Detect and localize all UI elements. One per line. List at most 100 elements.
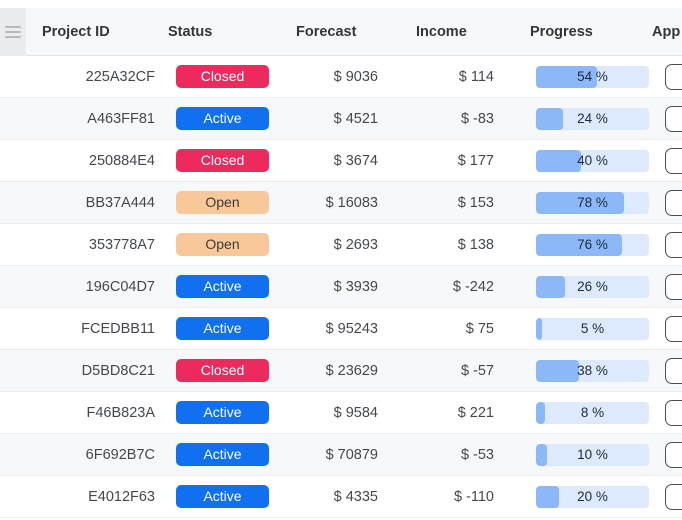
cell-income: $ -57 xyxy=(460,362,494,379)
cell-status: Active xyxy=(163,317,279,340)
cell-progress: 10 % xyxy=(513,443,649,466)
table-row[interactable]: 353778A7 Open $ 2693 $ 138 76 % xyxy=(0,224,682,266)
progress-bar[interactable]: 38 % xyxy=(536,359,649,382)
status-badge[interactable]: Active xyxy=(176,443,269,466)
progress-bar-label: 24 % xyxy=(577,110,608,126)
status-badge[interactable]: Open xyxy=(176,191,269,214)
cell-progress: 40 % xyxy=(513,149,649,172)
approve-button[interactable] xyxy=(665,63,682,90)
table-row[interactable]: E4012F63 Active $ 4335 $ -110 20 % xyxy=(0,476,682,518)
cell-income: $ 221 xyxy=(457,404,494,421)
cell-status: Closed xyxy=(163,149,279,172)
progress-bar[interactable]: 26 % xyxy=(536,275,649,298)
column-header-approve[interactable]: App xyxy=(635,24,682,40)
cell-status: Open xyxy=(163,233,279,256)
approve-button[interactable] xyxy=(665,147,682,174)
progress-bar[interactable]: 5 % xyxy=(536,317,649,340)
grid-menu-button[interactable] xyxy=(0,7,26,56)
status-badge[interactable]: Closed xyxy=(176,359,269,382)
approve-button[interactable] xyxy=(665,189,682,216)
table-row[interactable]: A463FF81 Active $ 4521 $ -83 24 % xyxy=(0,98,682,140)
row-gutter xyxy=(0,434,26,475)
cell-project-id: BB37A444 xyxy=(85,194,155,211)
cell-progress: 54 % xyxy=(513,65,649,88)
cell-forecast: $ 2693 xyxy=(333,236,378,253)
cell-status: Active xyxy=(163,275,279,298)
cell-project-id: 225A32CF xyxy=(85,68,155,85)
approve-button[interactable] xyxy=(665,231,682,258)
column-header-progress[interactable]: Progress xyxy=(513,24,635,40)
cell-progress: 8 % xyxy=(513,401,649,424)
cell-forecast: $ 16083 xyxy=(325,194,378,211)
row-gutter xyxy=(0,308,26,349)
cell-income: $ 177 xyxy=(457,152,494,169)
progress-bar[interactable]: 8 % xyxy=(536,401,649,424)
table-row[interactable]: 225A32CF Closed $ 9036 $ 114 54 % xyxy=(0,56,682,98)
progress-bar[interactable]: 10 % xyxy=(536,443,649,466)
cell-progress: 20 % xyxy=(513,485,649,508)
approve-button[interactable] xyxy=(665,315,682,342)
cell-project-id: A463FF81 xyxy=(87,110,155,127)
cell-status: Active xyxy=(163,443,279,466)
table-row[interactable]: D5BD8C21 Closed $ 23629 $ -57 38 % xyxy=(0,350,682,392)
approve-button[interactable] xyxy=(665,273,682,300)
progress-bar-label: 10 % xyxy=(577,446,608,462)
cell-forecast: $ 9036 xyxy=(333,68,378,85)
cell-income: $ 75 xyxy=(465,320,494,337)
status-badge[interactable]: Closed xyxy=(176,65,269,88)
column-header-forecast[interactable]: Forecast xyxy=(279,24,397,40)
progress-bar[interactable]: 54 % xyxy=(536,65,649,88)
status-badge[interactable]: Active xyxy=(176,401,269,424)
table-row[interactable]: 6F692B7C Active $ 70879 $ -53 10 % xyxy=(0,434,682,476)
cell-project-id: E4012F63 xyxy=(88,488,155,505)
column-header-income[interactable]: Income xyxy=(397,24,513,40)
table-row[interactable]: 196C04D7 Active $ 3939 $ -242 26 % xyxy=(0,266,682,308)
table-row[interactable]: F46B823A Active $ 9584 $ 221 8 % xyxy=(0,392,682,434)
cell-project-id: D5BD8C21 xyxy=(81,362,155,379)
progress-bar-label: 20 % xyxy=(577,488,608,504)
approve-button[interactable] xyxy=(665,105,682,132)
cell-income: $ 153 xyxy=(457,194,494,211)
cell-income: $ -242 xyxy=(452,278,494,295)
progress-bar-label: 78 % xyxy=(577,194,608,210)
progress-bar[interactable]: 24 % xyxy=(536,107,649,130)
progress-bar[interactable]: 20 % xyxy=(536,485,649,508)
cell-status: Closed xyxy=(163,359,279,382)
cell-progress: 38 % xyxy=(513,359,649,382)
status-badge[interactable]: Active xyxy=(176,107,269,130)
approve-button[interactable] xyxy=(665,399,682,426)
progress-bar[interactable]: 76 % xyxy=(536,233,649,256)
column-header-status[interactable]: Status xyxy=(163,24,279,40)
table-row[interactable]: BB37A444 Open $ 16083 $ 153 78 % xyxy=(0,182,682,224)
status-badge[interactable]: Open xyxy=(176,233,269,256)
cell-status: Active xyxy=(163,107,279,130)
table-row[interactable]: FCEDBB11 Active $ 95243 $ 75 5 % xyxy=(0,308,682,350)
row-gutter xyxy=(0,98,26,139)
progress-bar[interactable]: 40 % xyxy=(536,149,649,172)
cell-progress: 76 % xyxy=(513,233,649,256)
progress-bar[interactable]: 78 % xyxy=(536,191,649,214)
approve-button[interactable] xyxy=(665,357,682,384)
cell-forecast: $ 3674 xyxy=(333,152,378,169)
approve-button[interactable] xyxy=(665,441,682,468)
table-header-row: Project ID Status Forecast Income Progre… xyxy=(0,7,682,56)
cell-project-id: 353778A7 xyxy=(88,236,155,253)
status-badge[interactable]: Active xyxy=(176,317,269,340)
cell-progress: 26 % xyxy=(513,275,649,298)
table-body: 225A32CF Closed $ 9036 $ 114 54 % A463FF81 Act… xyxy=(0,56,682,518)
cell-status: Active xyxy=(163,401,279,424)
cell-status: Closed xyxy=(163,65,279,88)
status-badge[interactable]: Closed xyxy=(176,149,269,172)
progress-bar-label: 26 % xyxy=(577,278,608,294)
status-badge[interactable]: Active xyxy=(176,275,269,298)
table-row[interactable]: 250884E4 Closed $ 3674 $ 177 40 % xyxy=(0,140,682,182)
cell-forecast: $ 70879 xyxy=(325,446,378,463)
progress-bar-label: 54 % xyxy=(577,68,608,84)
cell-forecast: $ 95243 xyxy=(325,320,378,337)
approve-button[interactable] xyxy=(665,483,682,510)
cell-progress: 78 % xyxy=(513,191,649,214)
status-badge[interactable]: Active xyxy=(176,485,269,508)
column-header-project-id[interactable]: Project ID xyxy=(26,24,163,40)
cell-income: $ -53 xyxy=(460,446,494,463)
cell-forecast: $ 3939 xyxy=(333,278,378,295)
